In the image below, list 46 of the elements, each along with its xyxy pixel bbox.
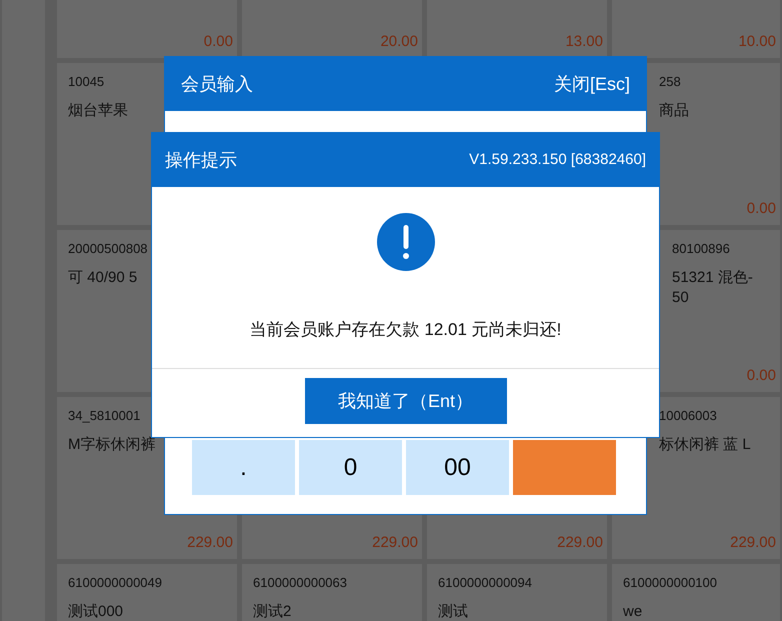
- product-price: 229.00: [372, 532, 418, 552]
- product-name: 可 40/90 5: [68, 268, 138, 288]
- product-tile[interactable]: 13.00: [427, 0, 607, 58]
- product-tile[interactable]: 10.00: [612, 0, 780, 58]
- product-name: 测试000: [68, 602, 124, 621]
- dialog-title: 操作提示: [165, 148, 237, 172]
- product-price: 0.00: [746, 198, 776, 218]
- product-name: we: [623, 602, 642, 621]
- product-tile[interactable]: 0.00: [57, 0, 237, 58]
- product-name: 51321 混色- 50: [672, 268, 753, 308]
- acknowledge-button[interactable]: 我知道了（Ent）: [304, 378, 506, 424]
- keypad-key[interactable]: .: [192, 440, 295, 495]
- product-price: 229.00: [730, 532, 776, 552]
- product-price: 13.00: [565, 32, 603, 52]
- product-price: 20.00: [380, 32, 418, 52]
- product-price: 229.00: [187, 532, 233, 552]
- product-price: 0.00: [746, 366, 776, 386]
- product-code: 6100000000094: [438, 574, 532, 592]
- product-tile[interactable]: 6100000000049 测试000: [57, 564, 237, 621]
- alert-icon: [376, 213, 434, 271]
- product-code: 10045: [68, 73, 104, 91]
- product-code: 6100000000100: [623, 574, 717, 592]
- product-price: 229.00: [557, 532, 603, 552]
- product-code: 258: [659, 73, 681, 91]
- action-key[interactable]: [513, 440, 616, 495]
- product-code: 80100896: [672, 240, 730, 258]
- product-name: 测试: [438, 602, 468, 621]
- product-name: 烟台苹果: [68, 100, 128, 120]
- product-code: 34_5810001: [68, 407, 140, 425]
- product-tile[interactable]: 6100000000094 测试: [427, 564, 607, 621]
- product-name: 测试2: [253, 602, 292, 621]
- product-code: 6100000000049: [68, 574, 162, 592]
- keypad-key[interactable]: 0: [299, 440, 402, 495]
- keypad-key[interactable]: 00: [406, 440, 509, 495]
- product-price: 0.00: [204, 32, 233, 52]
- product-name: 商品: [659, 100, 689, 120]
- product-code: 6100000000063: [253, 574, 347, 592]
- product-code: 20000500808: [68, 240, 148, 258]
- product-name: 标休闲裤 蓝 L: [659, 434, 751, 454]
- alert-message: 当前会员账户存在欠款 12.01 元尚未归还!: [250, 319, 562, 341]
- product-price: 10.00: [738, 32, 776, 52]
- product-tile[interactable]: 6100000000100 we: [612, 564, 780, 621]
- product-tile[interactable]: 20.00: [242, 0, 422, 58]
- product-code: 10006003: [659, 407, 717, 425]
- product-name: M字标休闲裤: [68, 434, 156, 454]
- product-tile[interactable]: 6100000000063 测试2: [242, 564, 422, 621]
